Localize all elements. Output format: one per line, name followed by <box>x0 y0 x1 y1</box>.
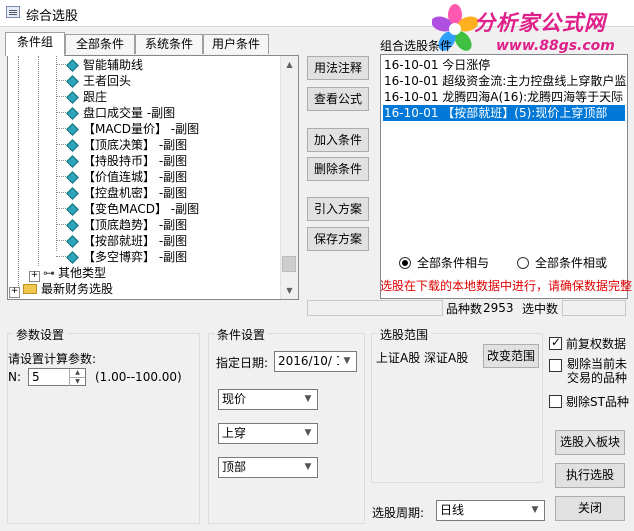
tab-condition-group[interactable]: 条件组 <box>5 32 65 56</box>
close-button[interactable]: 关闭 <box>555 496 625 521</box>
chevron-down-icon[interactable]: ▼ <box>300 425 316 442</box>
import-plan-button[interactable]: 引入方案 <box>307 197 369 221</box>
radio-unselected-icon <box>517 257 529 269</box>
tab-all-conditions[interactable]: 全部条件 <box>65 34 135 54</box>
logo-url: www.88gs.com <box>496 38 615 54</box>
tree-item[interactable]: 【按部就班】 -副图 <box>66 233 187 249</box>
warning-text: 选股在下载的本地数据中进行，请确保数据完整 <box>380 279 633 293</box>
formula-icon <box>66 219 79 232</box>
fuquan-checkbox[interactable]: 前复权数据 <box>549 335 626 352</box>
add-condition-button[interactable]: 加入条件 <box>307 128 369 152</box>
step-down-icon[interactable]: ▼ <box>69 377 85 386</box>
tree-item[interactable]: 【顶底趋势】 -副图 <box>66 217 187 233</box>
period-label: 选股周期: <box>372 506 425 520</box>
key-icon: ⊶ <box>43 266 55 280</box>
tree-node-other-type[interactable]: + ⊶ 其他类型 <box>29 265 106 282</box>
view-formula-button[interactable]: 查看公式 <box>307 87 369 111</box>
tree-item[interactable]: 智能辅助线 <box>66 57 143 73</box>
formula-icon <box>66 107 79 120</box>
checkbox-unchecked-icon <box>549 395 562 408</box>
radio-selected-icon <box>399 257 411 269</box>
formula-icon <box>66 91 79 104</box>
delete-condition-button[interactable]: 删除条件 <box>307 157 369 181</box>
cond-title: 条件设置 <box>214 326 269 343</box>
formula-icon <box>66 203 79 216</box>
n-range: (1.00--100.00) <box>95 370 182 384</box>
chevron-down-icon[interactable]: ▼ <box>527 502 543 519</box>
formula-icon <box>66 155 79 168</box>
n-stepper[interactable]: 5 ▲ ▼ <box>28 368 86 386</box>
save-plan-button[interactable]: 保存方案 <box>307 227 369 251</box>
select-target[interactable]: 顶部 ▼ <box>218 457 318 478</box>
change-range-button[interactable]: 改变范围 <box>483 344 539 368</box>
params-title: 参数设置 <box>13 326 68 343</box>
tab-system-conditions[interactable]: 系统条件 <box>135 34 203 54</box>
checkbox-unchecked-icon <box>549 359 562 372</box>
n-label: N: <box>8 370 22 384</box>
tree-item[interactable]: 盘口成交量 -副图 <box>66 105 175 121</box>
chevron-down-icon[interactable]: ▼ <box>300 459 316 476</box>
tree-item[interactable]: 【顶底决策】 -副图 <box>66 137 187 153</box>
expand-plus-icon[interactable]: + <box>9 287 20 298</box>
folder-icon <box>23 284 37 294</box>
combo-label: 组合选股条件 <box>380 39 453 53</box>
window-icon <box>6 6 20 18</box>
scroll-down-icon[interactable]: ▼ <box>281 282 298 299</box>
combo-item[interactable]: 16-10-01 超级资金流:主力控盘线上穿散户监 <box>384 73 626 89</box>
radio-or[interactable]: 全部条件相或 <box>517 254 607 271</box>
params-prompt: 请设置计算参数: <box>8 352 97 366</box>
tree-item[interactable]: 王者回头 <box>66 73 131 89</box>
tree-item[interactable]: 【MACD量价】 -副图 <box>66 121 199 137</box>
tree-item[interactable]: 【价值连城】 -副图 <box>66 169 187 185</box>
combo-item[interactable]: 16-10-01 龙腾四海A(16):龙腾四海等于天际 <box>384 89 623 105</box>
formula-icon <box>66 123 79 136</box>
period-select[interactable]: 日线 ▼ <box>436 500 545 521</box>
formula-icon <box>66 75 79 88</box>
checkbox-checked-icon <box>549 335 562 350</box>
tree-vertical-scrollbar[interactable]: ▲ ▼ <box>280 56 298 299</box>
usage-notes-button[interactable]: 用法注释 <box>307 56 369 80</box>
formula-icon <box>66 59 79 72</box>
chevron-down-icon[interactable]: ▼ <box>300 391 316 408</box>
logo-title: 分析家公式网 <box>474 11 606 35</box>
exclude-st-checkbox[interactable]: 剔除ST品种 <box>549 393 629 410</box>
n-value: 5 <box>32 370 40 384</box>
exclude-delist-checkbox[interactable] <box>549 358 566 372</box>
selected-label: 选中数 <box>522 302 559 316</box>
range-title: 选股范围 <box>377 326 432 343</box>
window-title: 综合选股 <box>26 9 79 24</box>
scroll-up-icon[interactable]: ▲ <box>281 56 298 73</box>
step-up-icon[interactable]: ▲ <box>69 369 85 377</box>
count-value: 2953 <box>483 301 514 315</box>
formula-icon <box>66 235 79 248</box>
combo-item[interactable]: 16-10-01 今日涨停 <box>384 57 490 73</box>
tab-user-conditions[interactable]: 用户条件 <box>203 34 269 54</box>
selected-value <box>562 300 626 316</box>
exclude-delist-label: 剔除当前未 交易的品种 <box>567 357 628 385</box>
formula-icon <box>66 139 79 152</box>
tree-item[interactable]: 跟庄 <box>66 89 107 105</box>
formula-icon <box>66 187 79 200</box>
scroll-thumb[interactable] <box>282 256 296 272</box>
formula-icon <box>66 171 79 184</box>
count-label: 品种数 <box>446 302 483 316</box>
condition-tree[interactable]: 智能辅助线 王者回头 跟庄 盘口成交量 -副图 【MACD量价】 -副图 【顶底… <box>7 55 299 300</box>
tree-item[interactable]: 【持股持币】 -副图 <box>66 153 187 169</box>
tree-node-finance[interactable]: + 最新财务选股 <box>9 281 113 298</box>
execute-button[interactable]: 执行选股 <box>555 463 625 488</box>
range-scope: 上证A股 深证A股 <box>376 351 469 365</box>
date-label: 指定日期: <box>216 356 269 370</box>
status-box <box>307 300 443 316</box>
add-to-block-button[interactable]: 选股入板块 <box>555 430 625 455</box>
calendar-dropdown-icon[interactable]: ▼ <box>339 353 355 370</box>
formula-icon <box>66 251 79 264</box>
tree-item[interactable]: 【多空博弈】 -副图 <box>66 249 187 265</box>
radio-and[interactable]: 全部条件相与 <box>399 254 489 271</box>
combo-item-selected[interactable]: 16-10-01 【按部就班】(5):现价上穿顶部 <box>383 105 625 121</box>
tree-item[interactable]: 【变色MACD】 -副图 <box>66 201 199 217</box>
tree-item[interactable]: 【控盘机密】 -副图 <box>66 185 187 201</box>
date-picker[interactable]: 2016/10/ 1 ▼ <box>274 351 357 372</box>
select-field[interactable]: 现价 ▼ <box>218 389 318 410</box>
select-operator[interactable]: 上穿 ▼ <box>218 423 318 444</box>
